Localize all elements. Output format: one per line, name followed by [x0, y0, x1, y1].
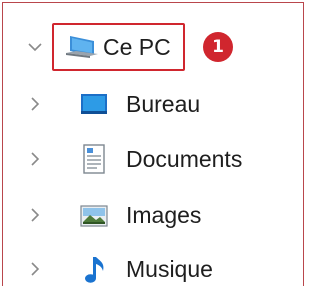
pictures-folder-icon	[80, 205, 108, 227]
tree-item-images[interactable]: Images	[0, 195, 300, 235]
desktop-folder-icon	[80, 92, 108, 116]
highlight-box	[52, 23, 185, 71]
tree-item-bureau[interactable]: Bureau	[0, 84, 300, 124]
documents-folder-icon	[82, 144, 106, 174]
tree-item-label: Images	[126, 201, 202, 228]
chevron-right-icon[interactable]	[26, 150, 44, 168]
tree-item-documents[interactable]: Documents	[0, 139, 300, 179]
chevron-right-icon[interactable]	[26, 260, 44, 278]
music-folder-icon	[84, 255, 108, 285]
tree-item-label: Bureau	[126, 90, 201, 117]
step-badge: 1	[203, 32, 233, 62]
tree-item-label: Musique	[126, 255, 213, 282]
tree-item-musique[interactable]: Musique	[0, 249, 300, 289]
tree-item-label: Documents	[126, 145, 243, 172]
chevron-right-icon[interactable]	[26, 95, 44, 113]
chevron-down-icon[interactable]	[26, 38, 44, 56]
chevron-right-icon[interactable]	[26, 206, 44, 224]
